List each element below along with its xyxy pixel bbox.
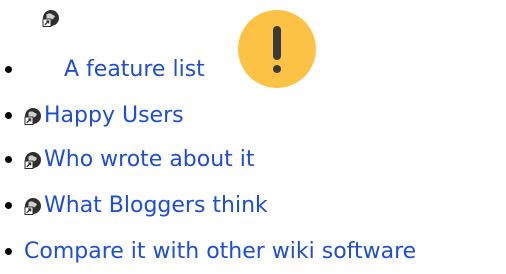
exclamation-mark-stem [273, 26, 281, 60]
interwiki-link-icon [24, 150, 42, 168]
bullet [5, 248, 12, 255]
interwiki-link-icon [24, 196, 42, 214]
interwiki-link-icon [24, 106, 42, 124]
list-item: What Bloggers think [0, 186, 506, 226]
exclamation-mark-dot [273, 65, 281, 73]
happy-users-link[interactable]: Happy Users [44, 105, 184, 127]
bullet [5, 202, 12, 209]
interwiki-link-icon [42, 8, 60, 26]
bullet [5, 156, 12, 163]
bullet [5, 66, 12, 73]
exclamation-icon [238, 10, 316, 88]
who-wrote-about-it-link[interactable]: Who wrote about it [44, 149, 255, 171]
feature-list-link[interactable]: A feature list [64, 59, 205, 81]
what-bloggers-think-link[interactable]: What Bloggers think [44, 195, 268, 217]
list-item: Happy Users [0, 96, 506, 136]
bullet [5, 112, 12, 119]
list-item: Who wrote about it [0, 140, 506, 180]
compare-wiki-software-link[interactable]: Compare it with other wiki software [24, 241, 416, 263]
list-item: Compare it with other wiki software [0, 232, 506, 272]
